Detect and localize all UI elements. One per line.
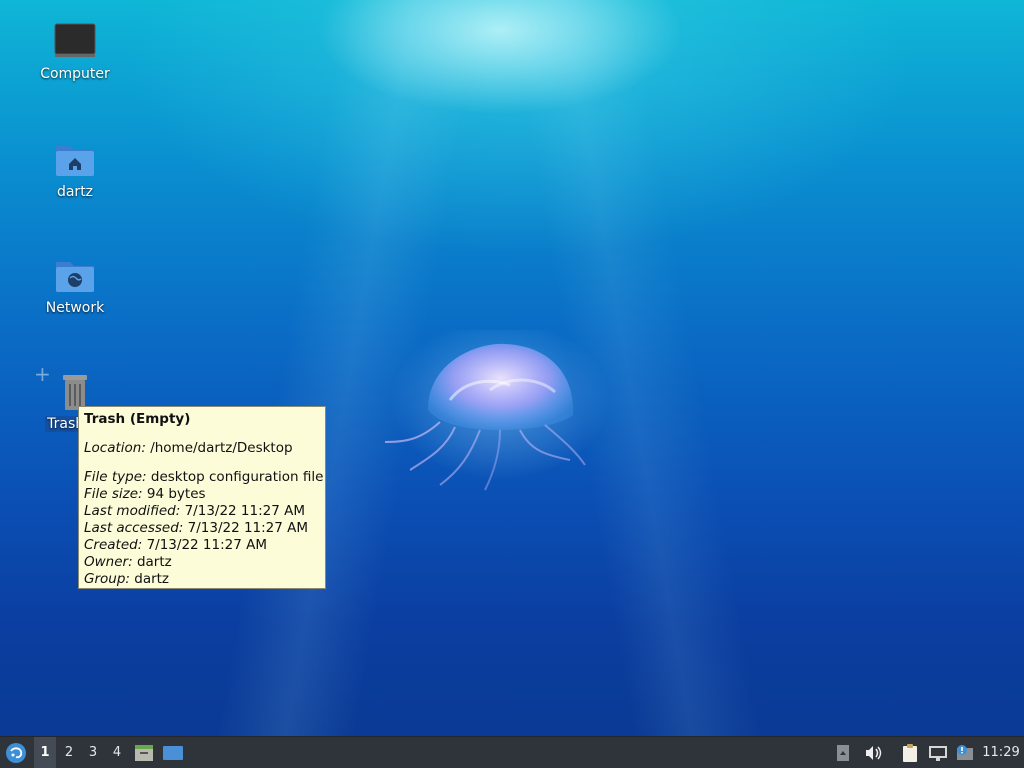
tooltip-created: Created: 7/13/22 11:27 AM	[84, 537, 267, 553]
file-manager-launcher[interactable]	[132, 737, 156, 768]
workspace-3[interactable]: 3	[82, 737, 104, 768]
file-info-tooltip: Trash (Empty) Location: /home/dartz/Desk…	[78, 406, 326, 589]
tooltip-last-accessed: Last accessed: 7/13/22 11:27 AM	[84, 520, 309, 536]
update-notifier-button[interactable]	[952, 737, 976, 768]
clock[interactable]: 11:29	[980, 737, 1022, 768]
taskbar: 1 2 3 4 11:29	[0, 736, 1024, 768]
volume-icon	[866, 745, 882, 760]
network-status-button[interactable]	[926, 737, 950, 768]
computer-icon	[54, 23, 96, 57]
volume-button[interactable]	[862, 737, 884, 768]
tooltip-file-size: File size: 94 bytes	[84, 486, 206, 502]
start-menu-button[interactable]	[2, 737, 30, 768]
desktop-icon-network[interactable]: Network	[25, 256, 125, 316]
clipboard-icon	[903, 743, 917, 762]
show-desktop-launcher[interactable]	[160, 737, 186, 768]
show-desktop-icon	[163, 745, 183, 760]
clipboard-button[interactable]	[898, 737, 922, 768]
desktop-icon-label: Network	[45, 300, 105, 316]
desktop-icon-computer[interactable]: Computer	[25, 22, 125, 82]
workspace-1[interactable]: 1	[34, 737, 56, 768]
network-folder-icon	[56, 262, 94, 292]
jellyfish-image	[384, 330, 610, 491]
start-menu-icon	[6, 742, 26, 763]
tooltip-file-type: File type: desktop configuration file	[84, 469, 324, 485]
desktop-icon-label: Computer	[40, 66, 110, 82]
desktop-icon-home-folder[interactable]: dartz	[25, 140, 125, 200]
home-folder-icon	[56, 146, 94, 176]
workspace-4[interactable]: 4	[106, 737, 128, 768]
tooltip-owner: Owner: dartz	[84, 554, 172, 570]
tray-expand-button[interactable]	[834, 737, 852, 768]
tooltip-location: Location: /home/dartz/Desktop	[84, 440, 293, 456]
file-manager-icon	[135, 744, 153, 761]
update-notifier-icon	[957, 744, 973, 760]
desktop-icon-label: dartz	[56, 184, 94, 200]
tray-expand-icon	[837, 744, 849, 761]
network-icon	[929, 745, 947, 761]
tooltip-group: Group: dartz	[84, 571, 170, 587]
tooltip-last-modified: Last modified: 7/13/22 11:27 AM	[84, 503, 306, 519]
tooltip-title: Trash (Empty)	[84, 411, 191, 427]
workspace-2[interactable]: 2	[58, 737, 80, 768]
